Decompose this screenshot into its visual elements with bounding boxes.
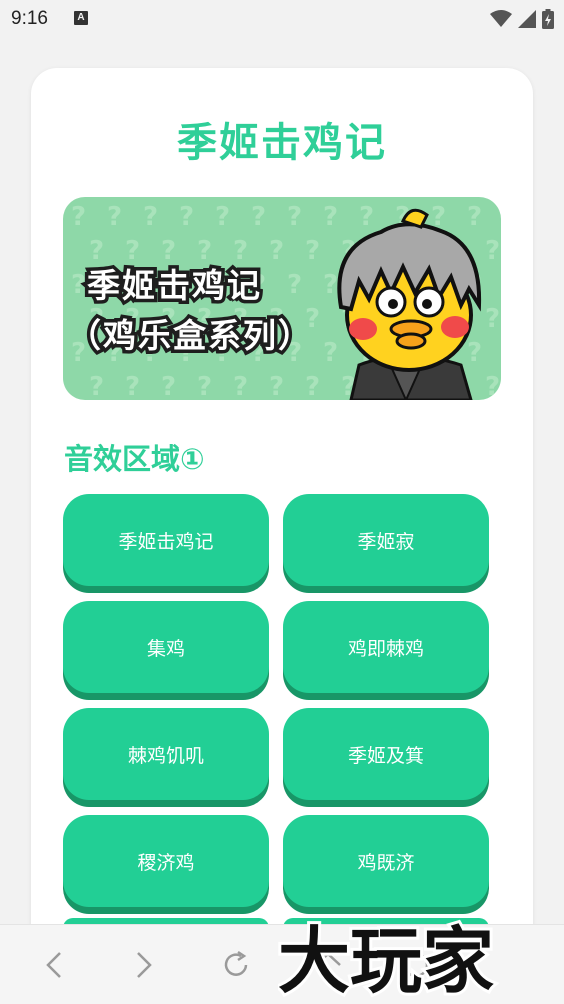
sound-button-3[interactable]: 集鸡 <box>63 601 269 693</box>
sound-button-2[interactable]: 季姬寂 <box>283 494 489 586</box>
sound-button-7[interactable]: 稷济鸡 <box>63 815 269 907</box>
forward-button[interactable] <box>126 947 162 983</box>
battery-charging-icon <box>542 9 554 29</box>
wifi-icon <box>490 10 512 27</box>
sound-button-1[interactable]: 季姬击鸡记 <box>63 494 269 586</box>
sound-button-5[interactable]: 棘鸡饥叽 <box>63 708 269 800</box>
watermark-logo: 大玩家 <box>278 916 497 1002</box>
watermark-text: 大玩家 <box>278 919 494 1002</box>
page-title: 季姬击鸡记 <box>177 120 387 166</box>
sound-button-8[interactable]: 鸡既济 <box>283 815 489 907</box>
banner-title: 季姬击鸡记 <box>84 263 264 309</box>
system-icons <box>490 8 554 30</box>
banner-subtitle: （鸡乐盒系列） <box>65 313 315 359</box>
refresh-icon <box>224 950 248 976</box>
status-bar: 9:16 A <box>0 0 564 38</box>
back-arrow-icon <box>46 952 61 978</box>
signal-icon <box>518 10 536 28</box>
section-title: 音效区域① <box>64 442 205 476</box>
banner-text: 季姬击鸡记 （鸡乐盒系列） <box>63 197 333 400</box>
chick-mascot-illustration <box>337 208 482 400</box>
forward-arrow-icon <box>137 952 152 978</box>
status-time: 9:16 <box>11 8 48 29</box>
refresh-button[interactable] <box>218 947 254 983</box>
sound-button-6[interactable]: 季姬及箕 <box>283 708 489 800</box>
back-button[interactable] <box>36 947 72 983</box>
banner-image: ????????????????????????????????????????… <box>63 197 501 400</box>
sound-button-4[interactable]: 鸡即棘鸡 <box>283 601 489 693</box>
notification-icon: A <box>74 11 88 25</box>
